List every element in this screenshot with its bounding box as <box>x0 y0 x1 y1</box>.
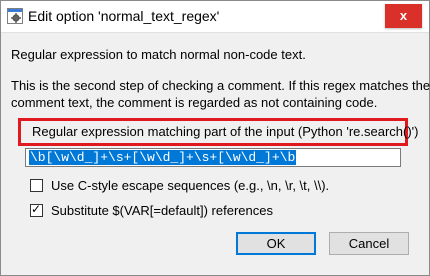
ok-button[interactable]: OK <box>236 232 316 255</box>
checkmark-icon: ✓ <box>31 202 42 216</box>
substitute-label: Substitute $(VAR[=default]) references <box>51 203 273 218</box>
escape-sequences-checkbox[interactable] <box>30 179 43 192</box>
window-title: Edit option 'normal_text_regex' <box>28 8 220 24</box>
title-bar[interactable]: Edit option 'normal_text_regex' x <box>1 1 429 33</box>
substitute-checkbox[interactable]: ✓ <box>30 202 43 217</box>
description-line-2: comment text, the comment is regarded as… <box>11 95 378 110</box>
escape-sequences-option[interactable]: Use C-style escape sequences (e.g., \n, … <box>30 178 329 193</box>
substitute-option[interactable]: ✓ Substitute $(VAR[=default]) references <box>30 202 273 218</box>
gear-window-icon <box>7 8 23 24</box>
regex-input-value[interactable]: \b[\w\d_]+\s+[\w\d_]+\s+[\w\d_]+\b <box>29 150 297 165</box>
field-label: Regular expression matching part of the … <box>32 124 419 139</box>
cancel-button[interactable]: Cancel <box>329 232 409 255</box>
close-button[interactable]: x <box>385 4 422 28</box>
escape-sequences-label: Use C-style escape sequences (e.g., \n, … <box>51 178 330 193</box>
dialog-window: Edit option 'normal_text_regex' x Regula… <box>0 0 430 276</box>
description-line-1: This is the second step of checking a co… <box>11 78 430 93</box>
option-heading: Regular expression to match normal non-c… <box>11 47 306 62</box>
regex-input[interactable]: \b[\w\d_]+\s+[\w\d_]+\s+[\w\d_]+\b <box>25 148 401 167</box>
dialog-body: Regular expression to match normal non-c… <box>1 33 430 275</box>
